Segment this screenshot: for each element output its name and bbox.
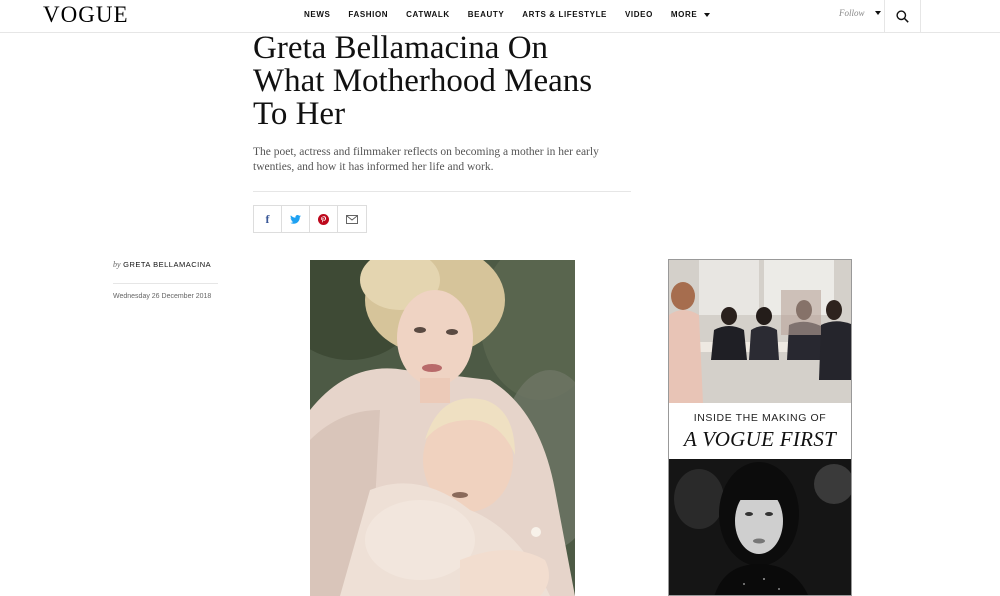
ad-photo-bottom [669, 459, 851, 595]
ad-line-1: INSIDE THE MAKING OF [693, 412, 827, 424]
ad-photo-top [669, 260, 851, 403]
article-title-line: What Motherhood Means [253, 63, 593, 99]
hero-photo [310, 260, 575, 596]
nav-item-catwalk[interactable]: CATWALK [406, 10, 450, 19]
author-link[interactable]: GRETA BELLAMACINA [123, 260, 211, 269]
article-title-line: To Her [253, 96, 346, 132]
nav-item-fashion[interactable]: FASHION [348, 10, 388, 19]
share-facebook-button[interactable]: f [254, 206, 282, 232]
divider [113, 283, 218, 284]
vogue-logo[interactable]: VOGUE [43, 3, 129, 27]
pinterest-icon [318, 213, 329, 225]
ad-text: INSIDE THE MAKING OF A VOGUE FIRST [669, 403, 851, 459]
article-title-line: Greta Bellamacina On [253, 30, 549, 66]
share-bar: f [253, 205, 367, 233]
search-icon [896, 10, 909, 23]
chevron-down-icon [874, 11, 881, 15]
publish-date: Wednesday 26 December 2018 [113, 293, 212, 300]
facebook-icon: f [265, 211, 270, 226]
nav-item-more[interactable]: MORE [670, 10, 711, 19]
nav-item-news[interactable]: NEWS [304, 10, 330, 19]
nav-item-video[interactable]: VIDEO [625, 10, 653, 19]
divider [253, 191, 631, 192]
article-dek: The poet, actress and filmmaker reflects… [253, 145, 633, 175]
follow-label: Follow [839, 8, 865, 18]
nav-item-arts-lifestyle[interactable]: ARTS & LIFESTYLE [522, 10, 607, 19]
dek-line: twenties, and how it has informed her li… [253, 161, 494, 173]
advertisement[interactable]: INSIDE THE MAKING OF A VOGUE FIRST [668, 259, 852, 596]
site-header: VOGUE NEWS FASHION CATWALK BEAUTY ARTS &… [0, 0, 1000, 33]
article-title: Greta Bellamacina On What Motherhood Mea… [253, 32, 653, 131]
email-icon [346, 214, 358, 224]
nav-more-label: MORE [670, 10, 698, 19]
dek-line: The poet, actress and filmmaker reflects… [253, 146, 599, 158]
share-pinterest-button[interactable] [310, 206, 338, 232]
search-button[interactable] [884, 0, 921, 33]
byline-prefix: by [113, 260, 121, 269]
chevron-down-icon [704, 12, 711, 17]
nav-item-beauty[interactable]: BEAUTY [468, 10, 505, 19]
share-twitter-button[interactable] [282, 206, 310, 232]
ad-line-2: A VOGUE FIRST [683, 427, 837, 451]
byline: by GRETA BELLAMACINA [113, 260, 211, 269]
follow-dropdown[interactable]: Follow [839, 8, 881, 18]
main-nav: NEWS FASHION CATWALK BEAUTY ARTS & LIFES… [304, 10, 728, 19]
twitter-icon [290, 214, 301, 224]
share-email-button[interactable] [338, 206, 366, 232]
